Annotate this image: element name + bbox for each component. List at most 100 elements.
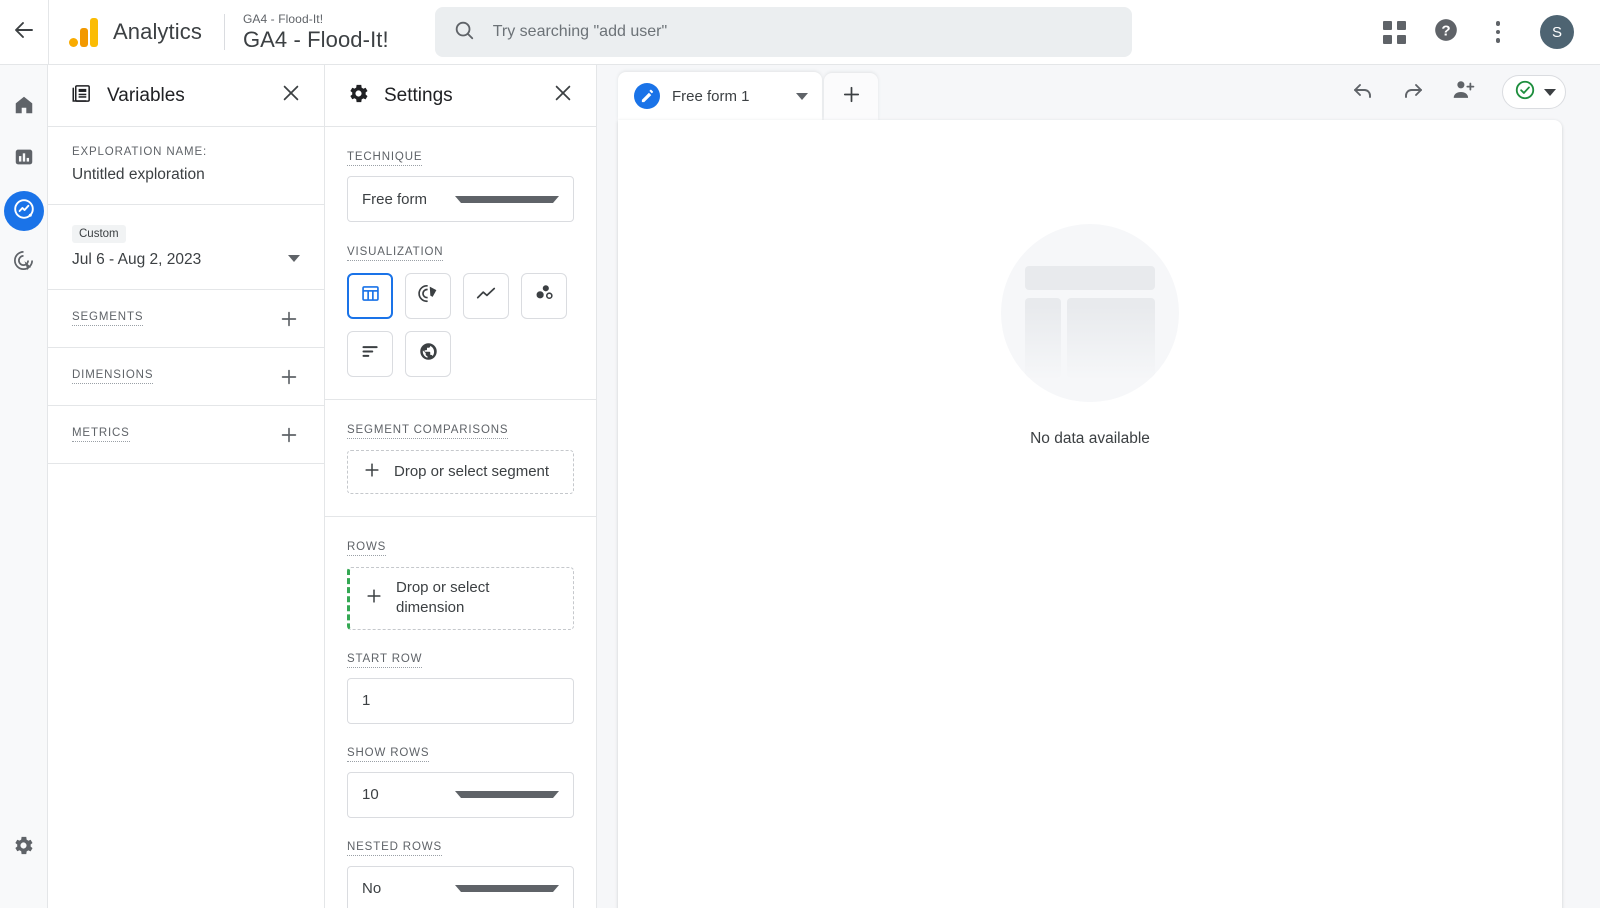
advertising-target-icon (12, 249, 35, 277)
panel-title: Variables (107, 84, 185, 106)
settings-panel-header: Settings (325, 65, 596, 127)
dimensions-label: DIMENSIONS (72, 369, 154, 384)
start-row-input[interactable] (362, 692, 559, 709)
sidebar-item-explore[interactable] (3, 191, 44, 231)
technique-label: TECHNIQUE (347, 151, 423, 166)
date-range-chip: Custom (72, 225, 126, 243)
scatter-visualization-button[interactable] (521, 273, 567, 319)
technique-select[interactable]: Free form (347, 176, 574, 222)
show-rows-value: 10 (362, 786, 379, 803)
line-chart-icon (475, 283, 497, 310)
rows-block: ROWS Drop or select dimension START ROW … (325, 517, 596, 908)
sidebar-item-advertising[interactable] (4, 243, 44, 283)
avatar[interactable]: S (1540, 15, 1574, 49)
tab-free-form-1[interactable]: Free form 1 (618, 72, 822, 120)
left-nav-rail (0, 65, 48, 908)
close-settings-button[interactable] (552, 82, 574, 109)
variables-icon (70, 82, 93, 110)
help-circle-icon: ? (1433, 17, 1459, 48)
empty-state-message: No data available (1030, 430, 1150, 447)
segments-section[interactable]: SEGMENTS (48, 290, 324, 348)
donut-visualization-button[interactable] (405, 273, 451, 319)
table-icon (360, 283, 381, 309)
metrics-label: METRICS (72, 427, 130, 442)
rows-dropzone[interactable]: Drop or select dimension (347, 567, 574, 630)
bar-visualization-button[interactable] (347, 331, 393, 377)
exploration-name-value: Untitled exploration (72, 166, 205, 183)
bar-chart-icon (13, 146, 35, 173)
tab-bar: Free form 1 (597, 65, 1600, 120)
show-rows-group: SHOW ROWS 10 (347, 743, 574, 818)
date-range-section[interactable]: Custom Jul 6 - Aug 2, 2023 (48, 205, 324, 290)
show-rows-select[interactable]: 10 (347, 771, 574, 818)
add-metric-button[interactable] (278, 424, 300, 446)
canvas-toolbar (1351, 75, 1600, 120)
svg-text:?: ? (1441, 22, 1450, 39)
segments-label: SEGMENTS (72, 311, 144, 326)
visualization-label: VISUALIZATION (347, 246, 444, 261)
nested-rows-group: NESTED ROWS No (347, 837, 574, 908)
add-dimension-button[interactable] (278, 366, 300, 388)
brand-separator (223, 14, 225, 50)
apps-grid-button[interactable] (1380, 18, 1408, 46)
variables-panel-header: Variables (48, 65, 324, 127)
ga4-explore-page: Analytics GA4 - Flood-It! GA4 - Flood-It… (0, 0, 1600, 908)
property-account-label: GA4 - Flood-It! (242, 12, 324, 27)
search-icon (453, 19, 475, 46)
plus-icon (840, 83, 863, 111)
arrow-back-icon (12, 18, 36, 47)
line-visualization-button[interactable] (463, 273, 509, 319)
undo-button[interactable] (1351, 78, 1375, 107)
search-input[interactable] (492, 23, 1114, 41)
start-row-group: START ROW (347, 649, 574, 724)
property-selector[interactable]: GA4 - Flood-It! GA4 - Flood-It! (243, 13, 389, 51)
rows-label: ROWS (347, 541, 387, 556)
rows-dropzone-label: Drop or select dimension (396, 579, 490, 617)
add-tab-button[interactable] (824, 73, 878, 120)
redo-icon (1401, 78, 1425, 107)
share-button[interactable] (1451, 77, 1476, 107)
more-vert-icon (1495, 21, 1501, 43)
empty-state: No data available (1001, 224, 1179, 448)
more-options-button[interactable] (1484, 18, 1512, 46)
globe-icon (418, 341, 439, 367)
brand-area[interactable]: Analytics (49, 17, 202, 47)
start-row-label: START ROW (347, 653, 423, 668)
segment-dropzone[interactable]: Drop or select segment (347, 450, 574, 494)
chevron-down-icon[interactable] (288, 255, 300, 262)
nested-rows-select[interactable]: No (347, 865, 574, 908)
search-bar[interactable] (434, 7, 1132, 57)
chevron-down-icon (454, 885, 559, 892)
sharing-status-pill[interactable] (1502, 75, 1566, 109)
chevron-down-icon[interactable] (796, 92, 808, 100)
chevron-down-icon (454, 791, 559, 798)
date-range-value: Jul 6 - Aug 2, 2023 (72, 251, 202, 268)
plus-icon (362, 460, 382, 484)
start-row-field[interactable] (347, 677, 574, 724)
segment-dropzone-label: Drop or select segment (394, 462, 550, 480)
table-visualization-button[interactable] (347, 273, 393, 319)
metrics-section[interactable]: METRICS (48, 406, 324, 464)
undo-icon (1351, 78, 1375, 107)
sidebar-item-home[interactable] (4, 87, 44, 127)
redo-button[interactable] (1401, 78, 1425, 107)
gear-icon (347, 82, 370, 110)
add-segment-button[interactable] (278, 308, 300, 330)
exploration-name-section[interactable]: EXPLORATION NAME: Untitled exploration (48, 127, 324, 205)
person-add-icon (1451, 77, 1476, 107)
dimensions-section[interactable]: DIMENSIONS (48, 348, 324, 406)
edit-pencil-icon (634, 83, 660, 109)
segment-comparisons-label: SEGMENT COMPARISONS (347, 424, 509, 439)
sidebar-item-reports[interactable] (4, 139, 44, 179)
close-variables-button[interactable] (280, 82, 302, 109)
exploration-name-label: EXPLORATION NAME: (72, 146, 208, 158)
geo-visualization-button[interactable] (405, 331, 451, 377)
chevron-down-icon (1544, 88, 1556, 96)
home-icon (13, 94, 35, 121)
sidebar-item-admin[interactable] (4, 828, 44, 868)
variables-panel: Variables EXPLORATION NAME: Untitled exp… (48, 65, 325, 908)
help-button[interactable]: ? (1432, 18, 1460, 46)
technique-and-visualization-block: TECHNIQUE Free form VISUALIZATION (325, 127, 596, 400)
technique-value: Free form (362, 190, 428, 208)
back-button[interactable] (0, 0, 48, 65)
